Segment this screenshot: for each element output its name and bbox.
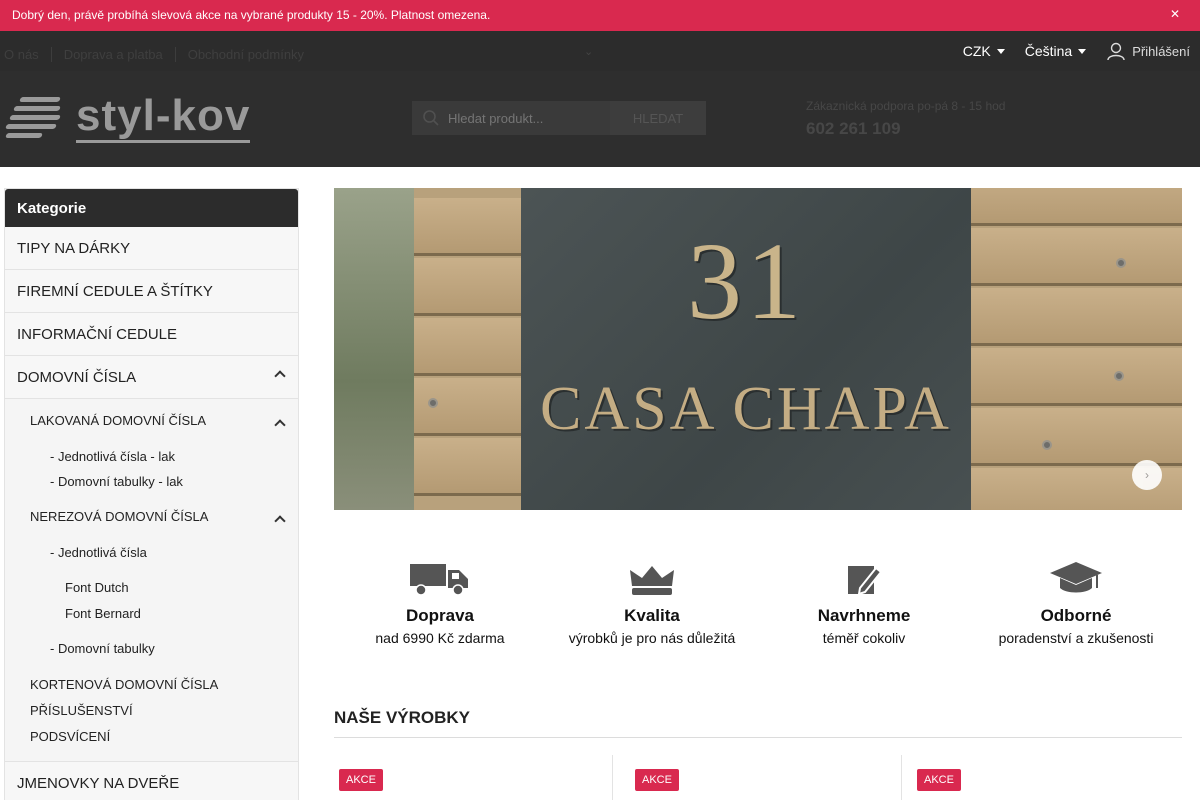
logo-mark [5,93,62,143]
feature-title: Odborné [1040,606,1112,625]
search-bar: HLEDAT [412,101,706,135]
sidebar-item-company-signs[interactable]: FIREMNÍ CEDULE A ŠTÍTKY [5,270,298,313]
nav-link-shipping[interactable]: Doprava a platba [50,47,175,62]
truck-icon [410,564,468,596]
currency-dropdown[interactable]: CZK [963,43,1005,59]
nav-link-terms[interactable]: Obchodní podmínky [174,47,316,62]
logo[interactable]: styl-kov [5,93,251,143]
sale-badge: AKCE [339,769,383,791]
crown-icon [630,566,674,595]
feature-subtitle: výrobků je pro nás důležitá [568,630,736,646]
support-phone[interactable]: 602 261 109 [806,119,1005,139]
submenu-stainless[interactable]: NEREZOVÁ DOMOVNÍ ČÍSLA [5,509,298,531]
feature-shipping: Doprava nad 6990 Kč zdarma [334,560,546,650]
banner-grass [334,188,414,510]
chevron-up-icon[interactable] [274,515,286,527]
feature-subtitle: poradenství a zkušenosti [998,630,1154,646]
sale-badge: AKCE [917,769,961,791]
banner-wood-left [414,188,521,510]
feature-subtitle: téměř cokoliv [822,630,906,646]
logo-text: styl-kov [76,93,251,143]
screw [1042,440,1052,450]
products-heading: NAŠE VÝROBKY [334,708,1182,738]
product-card[interactable]: AKCE [612,755,892,800]
customer-support: Zákaznická podpora po-pá 8 - 15 hod 602 … [806,99,1005,139]
nav-link-about[interactable]: O nás [4,47,51,62]
screw [1114,371,1124,381]
submenu-font-item[interactable]: Font Dutch [5,580,298,598]
feature-expertise: Odborné poradenství a zkušenosti [970,560,1182,650]
chevron-up-icon[interactable] [274,370,286,382]
search-input[interactable] [448,101,604,135]
submenu-corten[interactable]: KORTENOVÁ DOMOVNÍ ČÍSLA [5,677,298,695]
nav-links: O nás Doprava a platba Obchodní podmínky [4,47,316,62]
sidebar-title: Kategorie [5,189,298,227]
feature-title: Navrhneme [817,606,911,625]
top-nav: O nás Doprava a platba Obchodní podmínky… [0,31,1200,71]
submenu-item[interactable]: - Domovní tabulky [5,641,298,659]
banner-number: 31 [687,220,805,342]
feature-title: Doprava [405,606,475,625]
login-label: Přihlášení [1132,43,1190,59]
feature-subtitle: nad 6990 Kč zdarma [375,630,505,646]
login-link[interactable]: Přihlášení [1106,41,1190,61]
language-label: Čeština [1024,43,1073,59]
language-dropdown[interactable]: Čeština [1024,43,1087,59]
submenu-lighting[interactable]: PODSVÍCENÍ [5,729,298,747]
feature-title: Kvalita [624,606,680,625]
hero-banner[interactable]: 31 CASA CHAPA › [334,188,1182,510]
promo-bar: Dobrý den, právě probíhá slevová akce na… [0,0,1200,31]
product-card[interactable]: AKCE [334,755,614,800]
sale-badge: AKCE [635,769,679,791]
feature-row: Doprava nad 6990 Kč zdarma Kvalita výrob… [334,560,1182,650]
screw [1116,258,1126,268]
product-card[interactable]: AKCE [901,755,1181,800]
slider-next-icon[interactable]: › [1132,460,1162,490]
feature-quality: Kvalita výrobků je pro nás důležitá [546,560,758,650]
promo-text: Dobrý den, právě probíhá slevová akce na… [12,8,491,22]
banner-name: CASA CHAPA [540,375,952,443]
sidebar-item-door-nameplates[interactable]: JMENOVKY NA DVEŘE [5,762,298,800]
house-numbers-submenu: LAKOVANÁ DOMOVNÍ ČÍSLA - Jednotlivá čísl… [5,413,298,762]
sidebar-item-gift-tips[interactable]: TIPY NA DÁRKY [5,227,298,270]
currency-label: CZK [962,43,991,59]
user-icon [1107,42,1125,61]
submenu-item[interactable]: - Jednotlivá čísla [5,545,298,563]
sidebar-item-house-numbers[interactable]: DOMOVNÍ ČÍSLA [5,356,298,399]
chevron-down-icon[interactable]: ⌄ [584,45,593,58]
submenu-font-item[interactable]: Font Bernard [5,606,298,624]
site-header: styl-kov HLEDAT Zákaznická podpora po-pá… [0,71,1200,167]
close-icon[interactable]: ✕ [1170,7,1180,21]
search-button[interactable]: HLEDAT [610,101,706,135]
feature-design: Navrhneme téměř cokoliv [758,560,970,650]
submenu-lacquered[interactable]: LAKOVANÁ DOMOVNÍ ČÍSLA [5,413,298,435]
house-number-plate: 31 CASA CHAPA [521,188,971,510]
submenu-item[interactable]: - Domovní tabulky - lak [5,474,298,492]
submenu-accessories[interactable]: PŘÍSLUŠENSTVÍ [5,703,298,721]
pencil-icon [848,566,882,596]
chevron-up-icon[interactable] [274,419,286,431]
submenu-item[interactable]: - Jednotlivá čísla - lak [5,449,298,467]
sidebar-item-info-signs[interactable]: INFORMAČNÍ CEDULE [5,313,298,356]
category-sidebar: Kategorie TIPY NA DÁRKY FIREMNÍ CEDULE A… [4,188,299,800]
screw [428,398,438,408]
graduation-cap-icon [1050,562,1102,593]
support-hours: Zákaznická podpora po-pá 8 - 15 hod [806,99,1006,113]
caret-down-icon [996,48,1005,54]
search-icon [423,110,439,126]
caret-down-icon [1078,48,1087,54]
